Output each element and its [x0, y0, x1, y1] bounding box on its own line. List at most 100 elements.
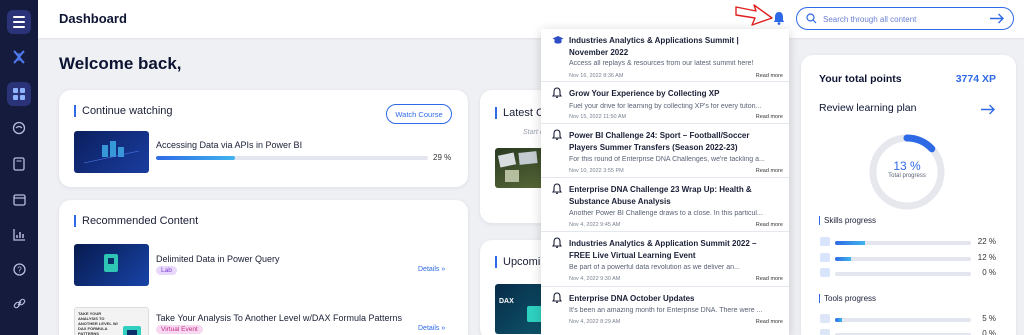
skill-icon [820, 253, 830, 262]
sidebar-item-help[interactable]: ? [0, 256, 38, 282]
tool-progress-bar [835, 318, 971, 322]
total-points-label: Your total points [819, 73, 902, 85]
menu-toggle-button[interactable] [0, 9, 38, 35]
bell-icon [552, 129, 562, 140]
thumbnail-text: TAKE YOUR ANALYSIS TO ANOTHER LEVEL W/ D… [78, 311, 118, 335]
total-points-value: 3774 XP [955, 73, 996, 85]
double-chevron-right-icon: » [441, 325, 446, 332]
bell-icon [552, 237, 562, 248]
skill-progress-value: 0 % [982, 268, 996, 277]
book-icon [13, 157, 25, 171]
sidebar: ? [0, 0, 38, 335]
continue-watching-title: Continue watching [74, 105, 173, 117]
skill-progress-bar [835, 257, 971, 261]
points-panel: Your total points 3774 XP Review learnin… [801, 55, 1016, 335]
notification-item[interactable]: Industries Analytics & Application Summi… [541, 232, 789, 287]
svg-text:?: ? [17, 265, 22, 274]
tool-progress-value: 0 % [982, 329, 996, 335]
double-chevron-right-icon: » [441, 266, 446, 273]
calendar-icon [12, 193, 26, 206]
notification-item[interactable]: Industries Analytics & Applications Summ… [541, 29, 789, 82]
continue-watching-card: Continue watching Watch Course Accessing… [59, 90, 468, 187]
skill-progress-bar [835, 272, 971, 276]
search-icon [806, 13, 817, 24]
hamburger-icon [7, 10, 31, 34]
notification-title: Enterprise DNA Challenge 23 Wrap Up: Hea… [569, 185, 752, 206]
notification-date: Nov 4, 2022 9:45 AM [569, 222, 621, 228]
search-box [796, 7, 1014, 30]
welcome-heading: Welcome back, [59, 54, 182, 73]
bell-icon [552, 87, 562, 98]
bell-icon [552, 183, 562, 194]
notification-desc: It's been an amazing month for Enterpris… [569, 307, 763, 314]
tool-icon [820, 329, 830, 335]
review-learning-plan-link[interactable]: Review learning plan [819, 102, 916, 114]
total-progress-label: Total progress [888, 173, 926, 179]
sidebar-item-dna[interactable] [0, 44, 38, 70]
arrow-right-icon[interactable] [980, 104, 996, 115]
recommended-item-2-badge: Virtual Event [156, 325, 203, 334]
read-more-link[interactable]: Read more [756, 73, 783, 79]
read-more-link[interactable]: Read more [756, 168, 783, 174]
read-more-link[interactable]: Read more [756, 319, 783, 325]
course-progress-bar [156, 156, 428, 160]
recommended-item-1-badge: Lab [156, 266, 177, 275]
notification-title: Grow Your Experience by Collecting XP [569, 89, 720, 98]
skill-icon [820, 268, 830, 277]
notification-date: Nov 16, 2022 8:36 AM [569, 73, 624, 79]
course-thumbnail[interactable] [74, 131, 149, 173]
chart-icon [12, 228, 25, 241]
read-more-link[interactable]: Read more [756, 114, 783, 120]
course-title[interactable]: Accessing Data via APIs in Power BI [156, 140, 302, 150]
notification-item[interactable]: Power BI Challenge 24: Sport – Football/… [541, 124, 789, 178]
notification-desc: Access all replays & resources from our … [569, 60, 754, 67]
total-progress-percent: 13 % [893, 159, 921, 173]
recommended-item-1-title[interactable]: Delimited Data in Power Query [156, 254, 280, 264]
sidebar-item-courses[interactable] [0, 151, 38, 177]
notification-desc: For this round of Enterprise DNA Challen… [569, 156, 765, 163]
annotation-arrow-icon [735, 4, 773, 26]
read-more-link[interactable]: Read more [756, 222, 783, 228]
sidebar-item-analytics[interactable] [0, 221, 38, 247]
notification-title: Enterprise DNA October Updates [569, 294, 695, 303]
recommended-title: Recommended Content [74, 215, 198, 227]
dashboard-grid-icon [13, 88, 25, 100]
search-submit-arrow-icon[interactable] [989, 13, 1005, 24]
notification-item[interactable]: Enterprise DNA Challenge 23 Wrap Up: Hea… [541, 178, 789, 232]
tool-progress-value: 5 % [982, 314, 996, 323]
recommended-item-2-details-link[interactable]: Details » [418, 325, 445, 332]
recommended-item-2-title[interactable]: Take Your Analysis To Another Level w/DA… [156, 313, 402, 323]
sidebar-item-calendar[interactable] [0, 186, 38, 212]
notification-item[interactable]: Enterprise DNA October Updates It's been… [541, 287, 789, 335]
link-icon [13, 298, 25, 308]
dna-icon [13, 50, 25, 64]
notifications-bell-icon[interactable] [773, 11, 785, 25]
notification-date: Nov 10, 2022 3:55 PM [569, 168, 624, 174]
notifications-dropdown: Industries Analytics & Applications Summ… [541, 29, 789, 335]
notification-date: Nov 15, 2022 11:50 AM [569, 114, 627, 120]
notification-title: Industries Analytics & Application Summi… [569, 239, 757, 260]
watch-course-button[interactable]: Watch Course [386, 104, 452, 124]
recommended-item-1-details-link[interactable]: Details » [418, 266, 445, 273]
recommended-thumbnail-1[interactable] [74, 244, 149, 286]
skills-progress-title: Skills progress [819, 216, 876, 225]
sidebar-item-dashboard[interactable] [0, 81, 38, 107]
notification-title: Power BI Challenge 24: Sport – Football/… [569, 131, 750, 152]
tool-icon [820, 314, 830, 323]
skill-icon [820, 237, 830, 246]
graduation-cap-icon [552, 36, 564, 44]
help-icon: ? [12, 262, 26, 276]
sidebar-item-learning[interactable] [0, 115, 38, 141]
notification-desc: Be part of a powerful data revolution as… [569, 264, 740, 271]
search-input[interactable] [823, 12, 983, 26]
notification-item[interactable]: Grow Your Experience by Collecting XP Fu… [541, 82, 789, 124]
sidebar-item-links[interactable] [0, 290, 38, 316]
read-more-link[interactable]: Read more [756, 276, 783, 282]
bell-icon [552, 292, 562, 303]
skill-progress-value: 22 % [977, 237, 996, 246]
recommended-thumbnail-2[interactable]: TAKE YOUR ANALYSIS TO ANOTHER LEVEL W/ D… [74, 307, 149, 335]
notification-desc: Fuel your drive for learning by collecti… [569, 103, 762, 110]
upcoming-title: Upcomin [495, 256, 546, 268]
brain-icon [12, 121, 26, 135]
upcoming-thumb-text: DAX [499, 298, 514, 305]
